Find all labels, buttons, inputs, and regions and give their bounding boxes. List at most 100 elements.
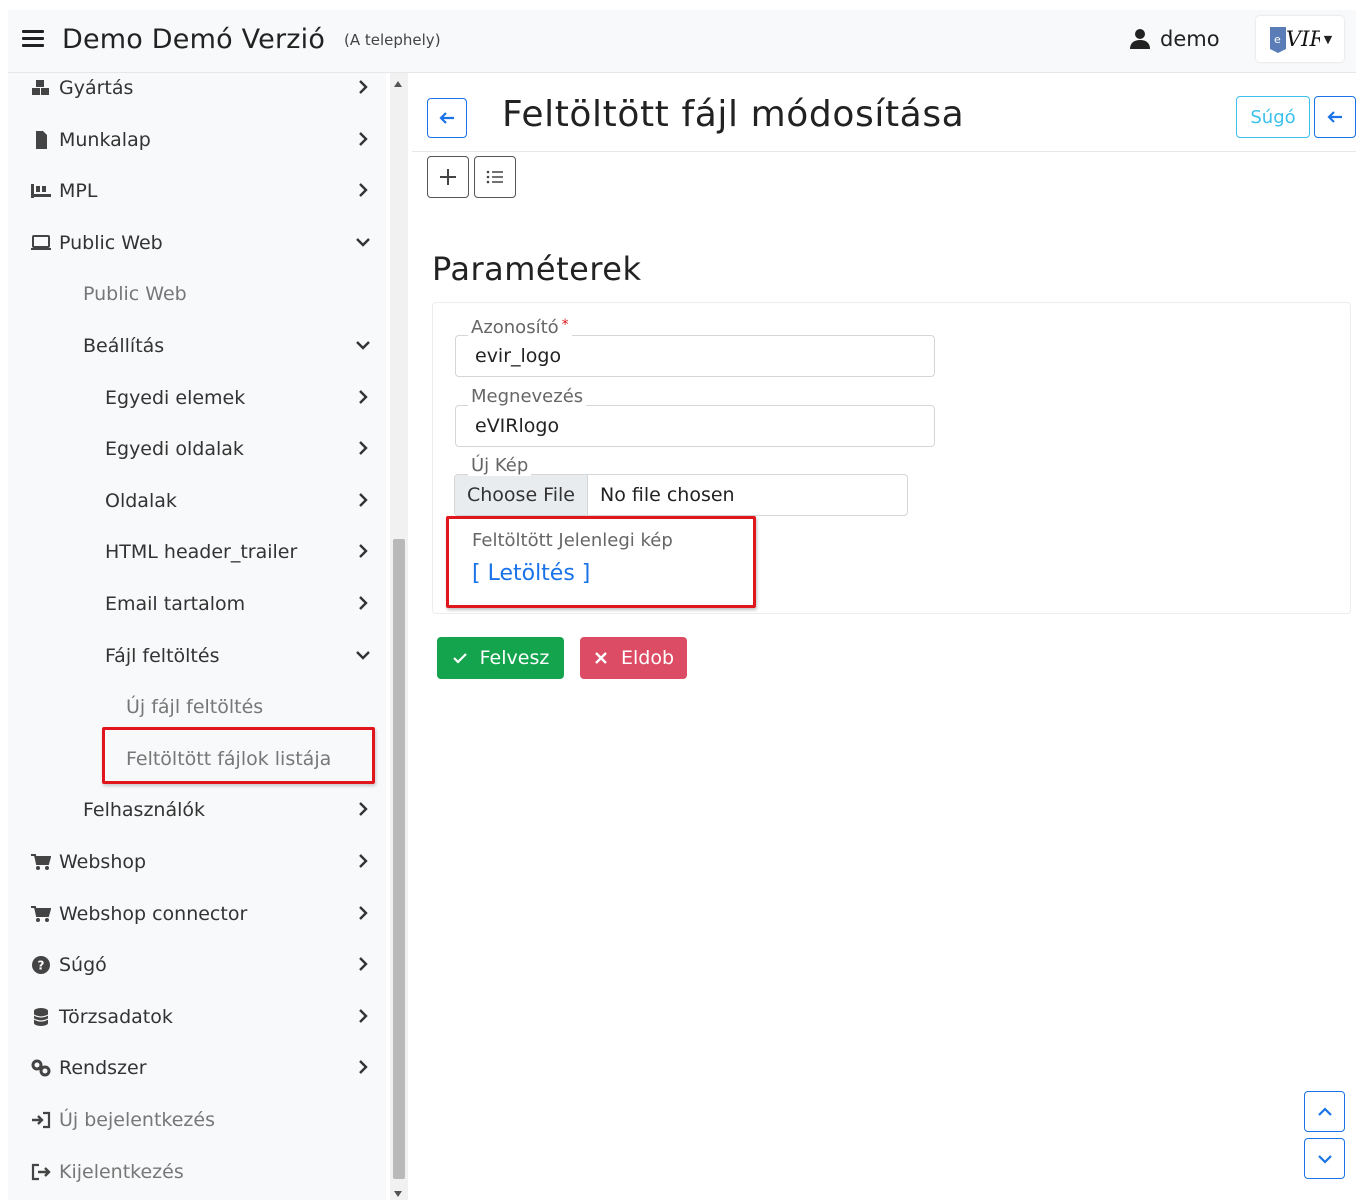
chevron-right-icon — [354, 439, 372, 457]
check-icon — [452, 653, 467, 664]
section-title: Paraméterek — [432, 250, 642, 288]
help-button[interactable]: Súgó — [1236, 96, 1310, 138]
chevron-right-icon — [354, 542, 372, 560]
caret-down-icon: ▼ — [1323, 32, 1333, 46]
sidebar-item-public-web[interactable]: Public Web — [8, 218, 386, 268]
database-icon — [30, 1007, 52, 1027]
sidebar-item-webshop[interactable]: Webshop — [8, 837, 386, 887]
user-name: demo — [1160, 27, 1220, 51]
svg-text:?: ? — [38, 959, 45, 973]
cart-icon — [30, 904, 52, 924]
scroll-down-arrow-icon[interactable] — [394, 1191, 402, 1197]
chevron-down-icon — [354, 646, 372, 664]
sidebar-item-webshop-connector[interactable]: Webshop connector — [8, 889, 386, 939]
chevron-down-icon — [354, 233, 372, 251]
list-icon — [486, 170, 503, 184]
chevron-down-icon — [1317, 1154, 1332, 1164]
sidebar-item-rendszer[interactable]: Rendszer — [8, 1043, 386, 1093]
chevron-right-icon — [354, 491, 372, 509]
sidebar-item-felhasznalok[interactable]: Felhasználók — [8, 785, 386, 835]
sidebar-scrollbar[interactable] — [390, 73, 408, 1200]
name-field[interactable] — [455, 405, 935, 447]
page-header: Feltöltött fájl módosítása Súgó — [412, 80, 1356, 152]
scrollbar-thumb[interactable] — [393, 539, 405, 1179]
save-label: Felvesz — [479, 647, 550, 669]
sidebar-item-egyedi-elemek[interactable]: Egyedi elemek — [8, 373, 386, 423]
plus-icon — [440, 169, 456, 185]
sidebar-item-sugo[interactable]: ? Súgó — [8, 940, 386, 990]
chevron-right-icon — [354, 388, 372, 406]
chevron-right-icon — [354, 800, 372, 818]
sidebar-item-mpl[interactable]: MPL — [8, 166, 386, 216]
chevron-up-icon — [1317, 1106, 1332, 1116]
discard-label: Eldob — [620, 647, 675, 669]
arrow-left-icon — [1327, 111, 1342, 123]
chevron-right-icon — [354, 1007, 372, 1025]
sidebar: Gyártás Munkalap MPL Public Web Public W… — [8, 73, 386, 1200]
app-title: Demo Demó Verzió — [62, 24, 326, 55]
discard-button[interactable]: Eldob — [580, 637, 687, 679]
question-circle-icon: ? — [30, 955, 52, 975]
hamburger-menu-icon[interactable] — [22, 30, 44, 50]
list-button[interactable] — [474, 156, 516, 198]
sidebar-item-egyedi-oldalak[interactable]: Egyedi oldalak — [8, 424, 386, 474]
scroll-to-bottom-button[interactable] — [1304, 1138, 1345, 1179]
cart-icon — [30, 852, 52, 872]
sidebar-item-gyartas[interactable]: Gyártás — [8, 73, 386, 113]
id-field-label: Azonosító * — [468, 317, 572, 338]
sidebar-item-beallitas[interactable]: Beállítás — [8, 321, 386, 371]
close-icon — [595, 652, 607, 664]
sidebar-item-uj-bejelentkezes[interactable]: Új bejelentkezés — [8, 1095, 386, 1145]
sidebar-item-html-header-trailer[interactable]: HTML header_trailer — [8, 527, 386, 577]
choose-file-button[interactable]: Choose File — [455, 475, 588, 515]
site-name: (A telephely) — [344, 31, 441, 49]
back-button[interactable] — [427, 98, 467, 138]
file-icon — [30, 130, 52, 150]
id-field[interactable] — [455, 335, 935, 377]
sidebar-item-oldalak[interactable]: Oldalak — [8, 476, 386, 526]
page-title: Feltöltött fájl módosítása — [502, 94, 965, 135]
sign-in-icon — [30, 1110, 52, 1130]
new-image-file-input[interactable]: Choose File No file chosen — [454, 474, 908, 516]
chevron-right-icon — [354, 594, 372, 612]
save-button[interactable]: Felvesz — [437, 637, 564, 679]
sidebar-item-email-tartalom[interactable]: Email tartalom — [8, 579, 386, 629]
download-link[interactable]: [ Letöltés ] — [472, 561, 590, 586]
chevron-down-icon — [354, 336, 372, 354]
add-button[interactable] — [427, 156, 469, 198]
top-navbar: Demo Demó Verzió (A telephely) demo e VI… — [8, 10, 1356, 73]
sidebar-item-torzsadatok[interactable]: Törzsadatok — [8, 992, 386, 1042]
scroll-to-top-button[interactable] — [1304, 1091, 1345, 1132]
sidebar-item-fajl-feltoltes[interactable]: Fájl feltöltés — [8, 631, 386, 681]
cogs-icon — [30, 1058, 52, 1078]
scroll-up-arrow-icon[interactable] — [394, 81, 402, 87]
user-icon — [1130, 29, 1150, 49]
pallet-icon — [30, 181, 52, 201]
svg-text:e: e — [1274, 33, 1281, 46]
chevron-right-icon — [354, 1058, 372, 1076]
name-field-label: Megnevezés — [468, 386, 587, 407]
back-button-right[interactable] — [1314, 96, 1356, 138]
user-menu[interactable]: demo — [1128, 24, 1220, 54]
chevron-right-icon — [354, 130, 372, 148]
cubes-icon — [30, 78, 52, 98]
evir-logo-menu[interactable]: e VIR ▼ — [1256, 16, 1344, 62]
sidebar-item-kijelentkezes[interactable]: Kijelentkezés — [8, 1147, 386, 1197]
required-mark: * — [561, 317, 569, 333]
evir-logo-icon: e VIR — [1269, 27, 1320, 53]
sidebar-item-public-web-sub[interactable]: Public Web — [8, 269, 386, 319]
current-image-label: Feltöltött Jelenlegi kép — [472, 530, 673, 551]
chevron-right-icon — [354, 181, 372, 199]
sidebar-item-uj-fajl-feltoltes[interactable]: Új fájl feltöltés — [8, 682, 386, 732]
chevron-right-icon — [354, 904, 372, 922]
sidebar-item-munkalap[interactable]: Munkalap — [8, 115, 386, 165]
chevron-right-icon — [354, 955, 372, 973]
sidebar-item-feltoltott-fajlok-listaja[interactable]: Feltöltött fájlok listája — [8, 734, 386, 784]
sign-out-icon — [30, 1162, 52, 1182]
laptop-icon — [30, 233, 52, 253]
chevron-right-icon — [354, 78, 372, 96]
new-image-label: Új Kép — [468, 455, 532, 476]
logo-text: VIR — [1286, 27, 1320, 51]
arrow-left-icon — [439, 112, 454, 124]
chevron-right-icon — [354, 852, 372, 870]
